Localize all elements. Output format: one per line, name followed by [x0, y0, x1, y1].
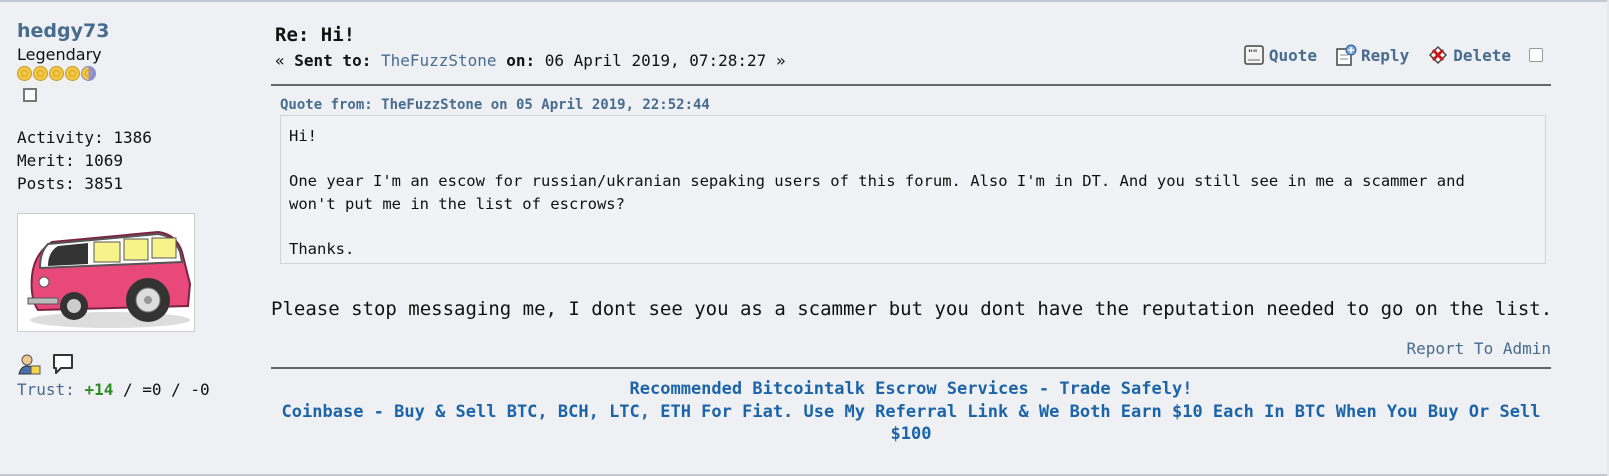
- rank-star-icon: [33, 66, 48, 81]
- delete-label: Delete: [1453, 45, 1511, 65]
- recipient-link[interactable]: TheFuzzStone: [381, 51, 497, 70]
- poster-avatar: [17, 213, 195, 332]
- forum-post-frame: hedgy73 Legendary Activity: 1386 Merit: …: [0, 0, 1607, 476]
- trust-neutral-negative: / =0 / -0: [113, 380, 210, 399]
- quote-header-link[interactable]: Quote from: TheFuzzStone on 05 April 201…: [280, 97, 710, 113]
- select-post-checkbox[interactable]: [1529, 48, 1543, 62]
- post-subject: Re: Hi!: [275, 24, 356, 46]
- signature-coinbase-link[interactable]: Coinbase - Buy & Sell BTC, BCH, LTC, ETH…: [271, 401, 1551, 446]
- offline-status-icon: [23, 88, 37, 102]
- rank-stars: [17, 66, 267, 81]
- svg-text:"": "": [1248, 49, 1257, 59]
- sent-suffix: »: [766, 51, 786, 70]
- profile-icon[interactable]: [17, 352, 41, 376]
- delete-button[interactable]: Delete: [1427, 44, 1511, 66]
- signature-divider: [271, 367, 1551, 369]
- trust-positive: +14: [84, 380, 114, 399]
- post-body-text: Please stop messaging me, I dont see you…: [271, 298, 1553, 320]
- quote-label: Quote: [1268, 45, 1318, 65]
- quote-icon: "": [1244, 45, 1264, 65]
- delete-icon: [1429, 45, 1448, 65]
- rank-star-icon: [65, 66, 80, 81]
- personal-message-icon[interactable]: [51, 352, 75, 376]
- trust-label[interactable]: Trust:: [17, 380, 75, 399]
- poster-rank: Legendary: [17, 45, 102, 64]
- header-divider: [271, 84, 1551, 86]
- report-to-admin-link[interactable]: Report To Admin: [1407, 339, 1552, 358]
- signature: Recommended Bitcointalk Escrow Services …: [271, 378, 1551, 446]
- sent-to-label: Sent to:: [294, 51, 372, 70]
- poster-stats: Activity: 1386 Merit: 1069 Posts: 3851: [17, 126, 267, 195]
- reply-button[interactable]: Reply: [1335, 44, 1409, 66]
- quote-button[interactable]: "" Quote: [1243, 44, 1317, 66]
- posts-stat: Posts: 3851: [17, 174, 123, 193]
- signature-escrow-link[interactable]: Recommended Bitcointalk Escrow Services …: [271, 378, 1551, 401]
- sent-date: 06 April 2019, 07:28:27: [544, 51, 767, 70]
- reply-icon: [1336, 44, 1357, 66]
- poster-info: hedgy73 Legendary Activity: 1386 Merit: …: [17, 20, 267, 399]
- trust-score: Trust: +14 / =0 / -0: [17, 380, 267, 399]
- sent-prefix: «: [275, 51, 295, 70]
- sent-to-line: « Sent to: TheFuzzStone on: 06 April 201…: [275, 51, 786, 70]
- post-actions: "" Quote Reply Delete: [1243, 44, 1543, 66]
- rank-star-icon: [17, 66, 32, 81]
- merit-stat: Merit: 1069: [17, 151, 123, 170]
- poster-username-link[interactable]: hedgy73: [17, 20, 267, 42]
- rank-star-icon: [49, 66, 64, 81]
- activity-stat: Activity: 1386: [17, 128, 152, 147]
- reply-label: Reply: [1361, 45, 1410, 65]
- poster-action-icons: [17, 352, 267, 376]
- quote-body: Hi! One year I'm an escow for russian/uk…: [280, 115, 1546, 264]
- rank-half-star-icon: [81, 66, 96, 81]
- on-label: on:: [506, 51, 536, 70]
